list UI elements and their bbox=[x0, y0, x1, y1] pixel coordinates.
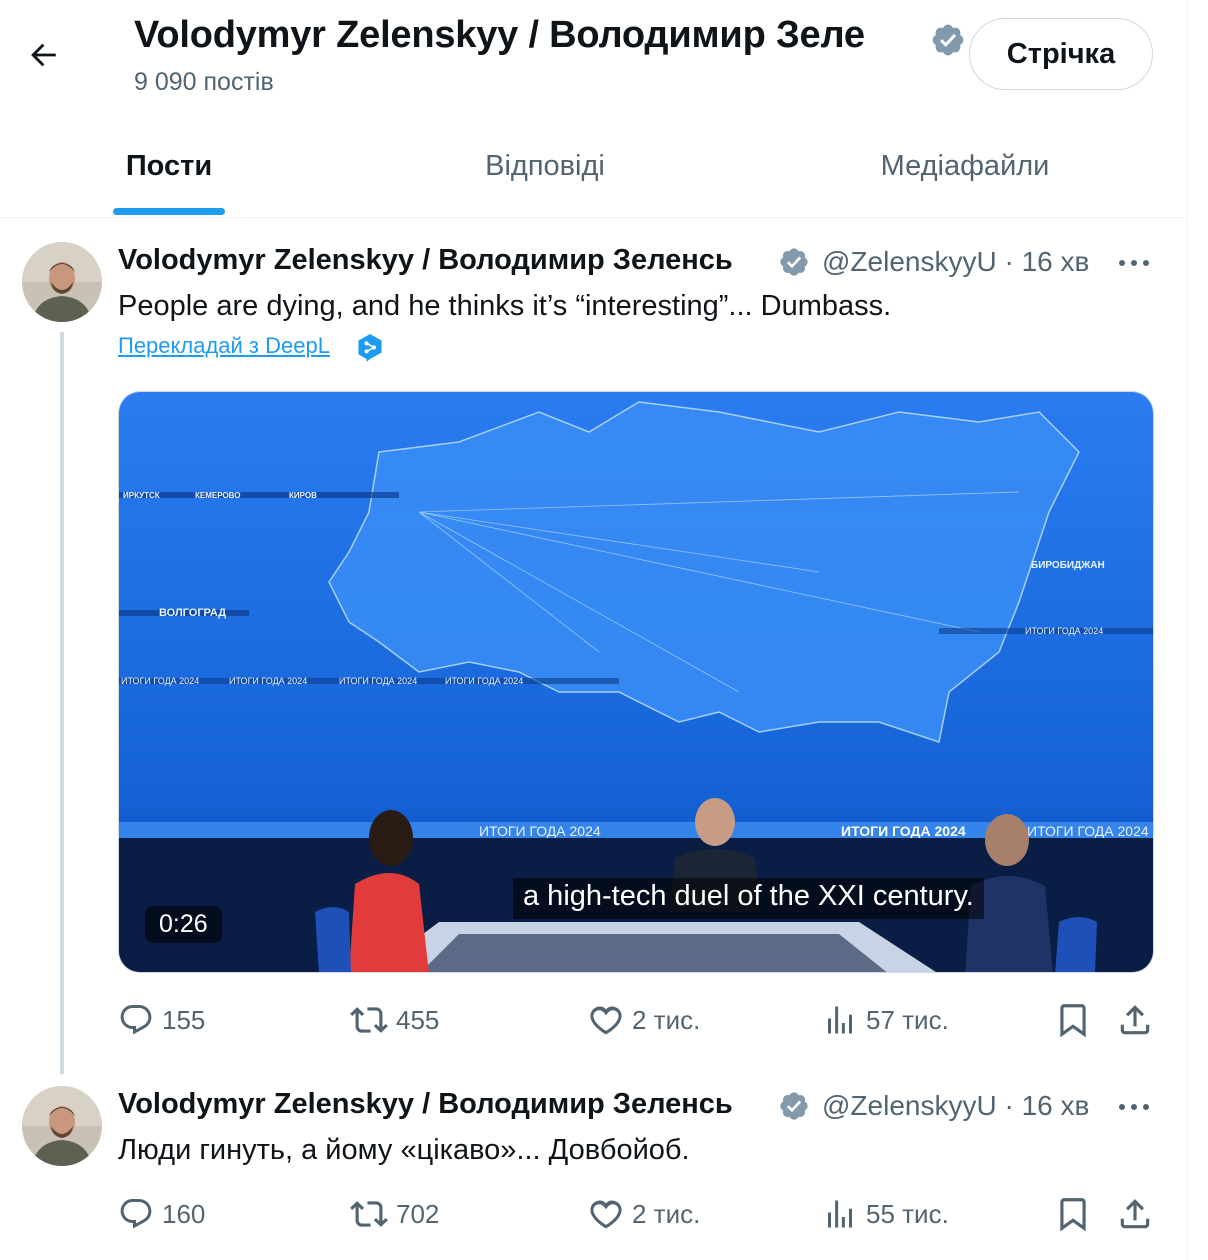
verified-badge-icon bbox=[780, 248, 808, 276]
tweet-text: Люди гинуть, а йому «цікаво»... Довбойоб… bbox=[118, 1134, 690, 1166]
reply-icon bbox=[120, 1199, 152, 1229]
deepl-icon bbox=[358, 334, 382, 362]
tweet-handle-time[interactable]: @ZelenskyyU · 16 хв bbox=[822, 1090, 1089, 1122]
heart-icon bbox=[590, 1006, 622, 1035]
share-icon bbox=[1120, 1199, 1150, 1229]
share-button[interactable] bbox=[1116, 996, 1154, 1044]
repost-button[interactable]: 702 bbox=[350, 1190, 439, 1238]
views-button[interactable]: 55 тис. bbox=[822, 1190, 949, 1238]
banner-city-kemerovo: КЕМЕРОВО bbox=[195, 491, 240, 500]
feed-button[interactable]: Стрічка bbox=[969, 18, 1153, 90]
like-count: 2 тис. bbox=[632, 1198, 701, 1229]
bookmark-button[interactable] bbox=[1054, 1190, 1092, 1238]
views-icon bbox=[828, 1200, 852, 1228]
tab-media[interactable]: Медіафайли bbox=[840, 114, 1090, 218]
like-count: 2 тис. bbox=[632, 1004, 701, 1035]
banner-ticker: ИТОГИ ГОДА 2024 bbox=[479, 823, 601, 839]
repost-count: 702 bbox=[396, 1198, 440, 1229]
reply-icon bbox=[120, 1005, 152, 1035]
banner-ticker: ИТОГИ ГОДА 2024 bbox=[1025, 626, 1103, 636]
tweet-actions: 155 455 2 тис. 57 тис. bbox=[118, 996, 1158, 1044]
verified-badge-icon bbox=[780, 1092, 808, 1120]
repost-icon bbox=[350, 1007, 388, 1033]
back-button[interactable] bbox=[18, 30, 68, 80]
more-icon bbox=[1119, 260, 1149, 266]
tweet-actions: 160 702 2 тис. 55 тис. bbox=[118, 1190, 1158, 1238]
avatar[interactable] bbox=[22, 1086, 102, 1166]
share-button[interactable] bbox=[1116, 1190, 1154, 1238]
banner-city-irkutsk: ИРКУТСК bbox=[123, 491, 160, 500]
video-subtitle: a high-tech duel of the XXI century. bbox=[513, 878, 984, 919]
reply-button[interactable]: 160 bbox=[118, 1190, 205, 1238]
like-button[interactable]: 2 тис. bbox=[588, 1190, 700, 1238]
tweet-text: People are dying, and he thinks it’s “in… bbox=[118, 290, 892, 322]
tweet-author-name[interactable]: Volodymyr Zelenskyy / Володимир Зеленсь bbox=[118, 244, 774, 277]
avatar-image bbox=[22, 1086, 102, 1166]
more-options-button[interactable] bbox=[1114, 1092, 1154, 1122]
views-button[interactable]: 57 тис. bbox=[822, 996, 949, 1044]
tab-posts[interactable]: Пости bbox=[62, 114, 276, 218]
banner-ticker: ИТОГИ ГОДА 2024 bbox=[445, 676, 523, 686]
tab-replies[interactable]: Відповіді bbox=[420, 114, 670, 218]
avatar-image bbox=[22, 242, 102, 322]
banner-city-volgograd: ВОЛГОГРАД bbox=[159, 607, 226, 619]
translate-link[interactable]: Перекладай з DeepL bbox=[118, 333, 330, 359]
bookmark-button[interactable] bbox=[1054, 996, 1092, 1044]
more-icon bbox=[1119, 1104, 1149, 1110]
timeline-column: Volodymyr Zelenskyy / Володимир Зеле 9 0… bbox=[0, 0, 1188, 1260]
banner-ticker: ИТОГИ ГОДА 2024 bbox=[229, 676, 307, 686]
arrow-left-icon bbox=[31, 43, 56, 67]
views-count: 55 тис. bbox=[866, 1198, 949, 1229]
views-count: 57 тис. bbox=[866, 1004, 949, 1035]
banner-ticker: ИТОГИ ГОДА 2024 bbox=[121, 676, 199, 686]
reply-button[interactable]: 155 bbox=[118, 996, 205, 1044]
profile-title: Volodymyr Zelenskyy / Володимир Зеле bbox=[134, 14, 865, 56]
more-options-button[interactable] bbox=[1114, 248, 1154, 278]
active-tab-indicator bbox=[113, 208, 225, 215]
profile-tabs: Пости Відповіді Медіафайли bbox=[0, 114, 1188, 218]
tweet-author-name[interactable]: Volodymyr Zelenskyy / Володимир Зеленсь bbox=[118, 1088, 774, 1121]
reply-count: 160 bbox=[162, 1198, 206, 1229]
banner-city-kirov: КИРОВ bbox=[289, 491, 317, 500]
tweet-handle-time[interactable]: @ZelenskyyU · 16 хв bbox=[822, 246, 1089, 278]
banner-city-birobidzhan: БИРОБИДЖАН bbox=[1031, 560, 1105, 571]
verified-badge-icon bbox=[932, 24, 964, 56]
heart-icon bbox=[590, 1200, 622, 1229]
bookmark-icon bbox=[1060, 1198, 1086, 1232]
posts-count: 9 090 постів bbox=[134, 68, 274, 96]
views-icon bbox=[828, 1006, 852, 1034]
repost-count: 455 bbox=[396, 1004, 440, 1035]
tweet-video[interactable]: ВОЛГОГРАД КЕМЕРОВО ИРКУТСК КИРОВ БИРОБИД… bbox=[118, 391, 1154, 973]
repost-button[interactable]: 455 bbox=[350, 996, 439, 1044]
banner-ticker: ИТОГИ ГОДА 2024 bbox=[1027, 823, 1149, 839]
banner-ticker: ИТОГИ ГОДА 2024 bbox=[841, 823, 966, 839]
like-button[interactable]: 2 тис. bbox=[588, 996, 700, 1044]
avatar[interactable] bbox=[22, 242, 102, 322]
banner-ticker: ИТОГИ ГОДА 2024 bbox=[339, 676, 417, 686]
reply-count: 155 bbox=[162, 1004, 206, 1035]
repost-icon bbox=[350, 1201, 388, 1227]
thread-line bbox=[60, 332, 64, 1074]
bookmark-icon bbox=[1060, 1004, 1086, 1038]
share-icon bbox=[1120, 1005, 1150, 1035]
video-duration: 0:26 bbox=[145, 906, 222, 943]
